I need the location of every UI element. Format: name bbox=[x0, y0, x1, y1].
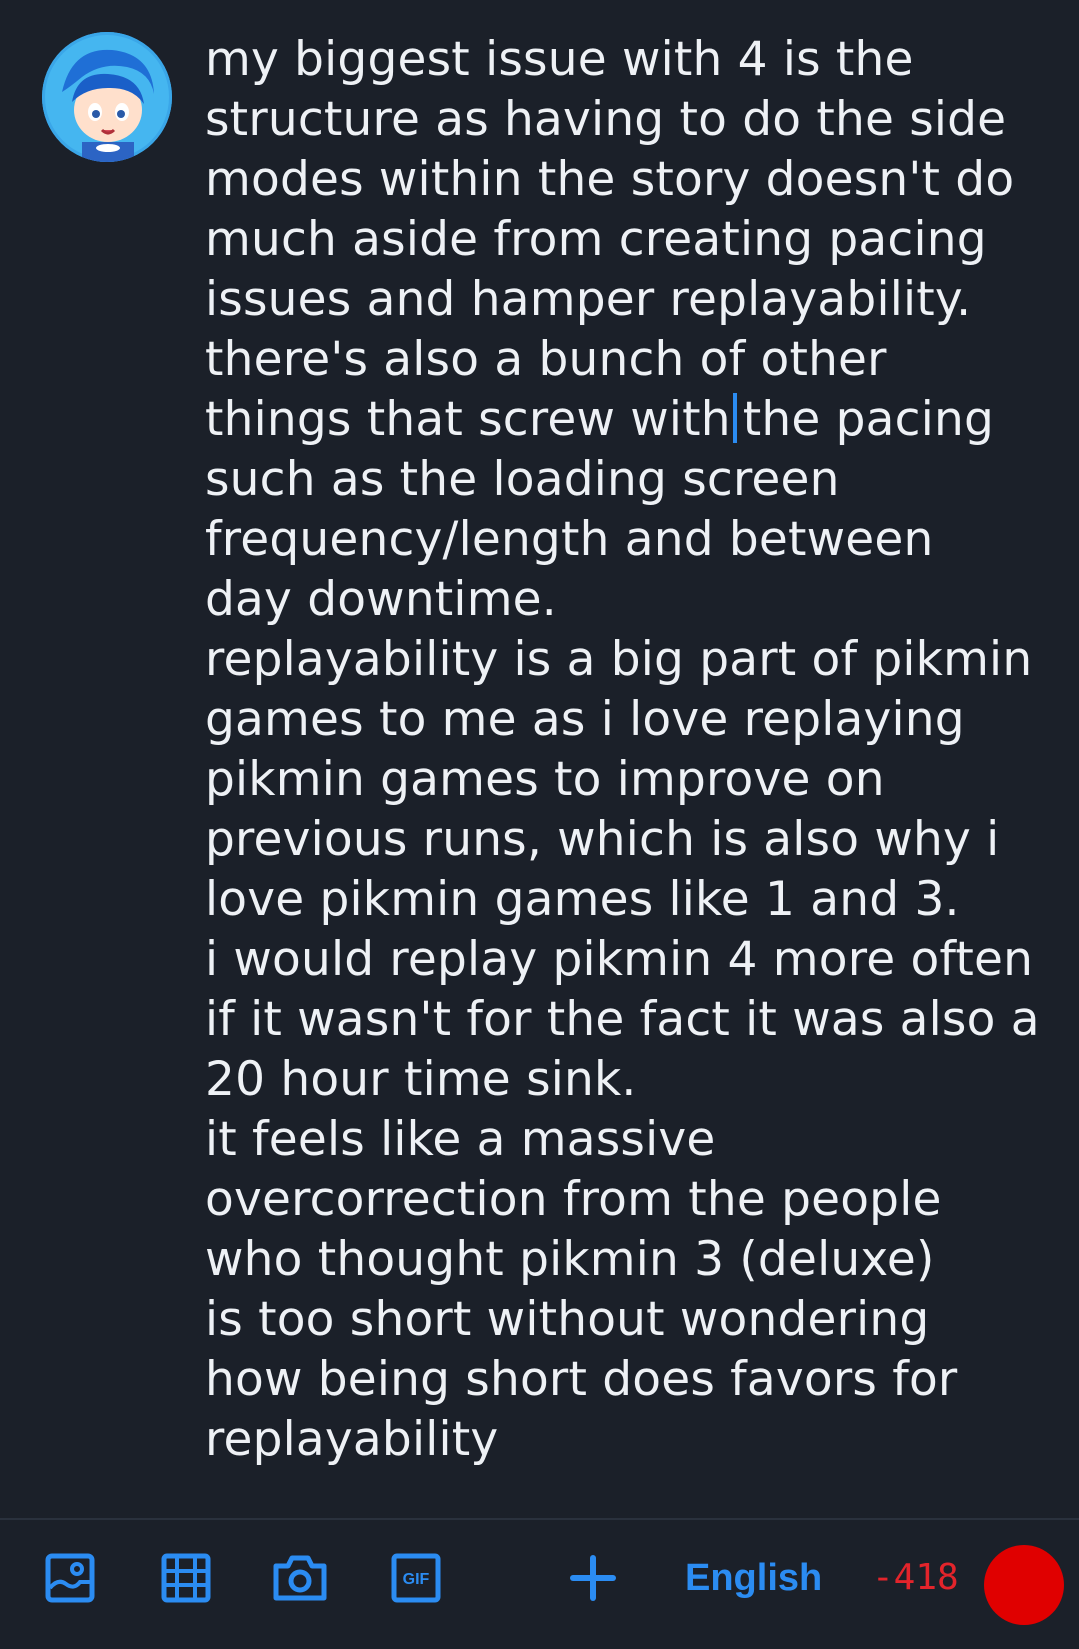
compose-area: my biggest issue with 4 is the structure… bbox=[0, 0, 1079, 1518]
text-line: structure as having to do the side bbox=[205, 92, 1007, 147]
avatar bbox=[42, 32, 172, 162]
text-line: much aside from creating pacing bbox=[205, 212, 987, 267]
text-line: is too short without wondering bbox=[205, 1292, 930, 1347]
text-line: issues and hamper replayability. bbox=[205, 272, 972, 327]
post-text-input[interactable]: my biggest issue with 4 is the structure… bbox=[205, 30, 1055, 1470]
add-image-button[interactable] bbox=[42, 1550, 98, 1606]
text-line: such as the loading screen bbox=[205, 452, 840, 507]
text-line: overcorrection from the people bbox=[205, 1172, 942, 1227]
text-after-caret: the pacing bbox=[742, 392, 994, 447]
add-thread-button[interactable] bbox=[565, 1550, 621, 1606]
character-count: -418 bbox=[872, 1557, 959, 1598]
video-icon bbox=[161, 1553, 211, 1603]
text-line: it feels like a massive bbox=[205, 1112, 716, 1167]
text-line: there's also a bunch of other bbox=[205, 332, 887, 387]
language-selector[interactable]: English bbox=[685, 1550, 822, 1606]
text-line: who thought pikmin 3 (deluxe) bbox=[205, 1232, 935, 1287]
text-line: love pikmin games like 1 and 3. bbox=[205, 872, 960, 927]
image-icon bbox=[45, 1553, 95, 1603]
text-line: replayability bbox=[205, 1412, 499, 1467]
text-line: pikmin games to improve on bbox=[205, 752, 885, 807]
text-line: 20 hour time sink. bbox=[205, 1052, 637, 1107]
plus-icon bbox=[570, 1555, 616, 1601]
text-line: modes within the story doesn't do bbox=[205, 152, 1015, 207]
text-line: day downtime. bbox=[205, 572, 557, 627]
gif-icon: GIF bbox=[391, 1553, 441, 1603]
add-video-button[interactable] bbox=[158, 1550, 214, 1606]
text-line: i would replay pikmin 4 more often bbox=[205, 932, 1034, 987]
text-before-caret: things that screw with bbox=[205, 392, 731, 447]
text-line: games to me as i love replaying bbox=[205, 692, 965, 747]
text-caret bbox=[732, 393, 737, 443]
compose-toolbar: GIF English -418 bbox=[0, 1520, 1079, 1649]
text-line: if it wasn't for the fact it was also a bbox=[205, 992, 1040, 1047]
text-line: my biggest issue with 4 is the bbox=[205, 32, 914, 87]
text-line-with-caret: things that screw with the pacing bbox=[205, 390, 1055, 450]
text-line: previous runs, which is also why i bbox=[205, 812, 1000, 867]
character-limit-progress bbox=[984, 1545, 1064, 1625]
text-line: frequency/length and between bbox=[205, 512, 934, 567]
camera-button[interactable] bbox=[272, 1550, 328, 1606]
text-line: replayability is a big part of pikmin bbox=[205, 632, 1033, 687]
add-gif-button[interactable]: GIF bbox=[388, 1550, 444, 1606]
text-line: how being short does favors for bbox=[205, 1352, 958, 1407]
camera-icon bbox=[273, 1555, 327, 1601]
gif-label: GIF bbox=[403, 1571, 430, 1588]
